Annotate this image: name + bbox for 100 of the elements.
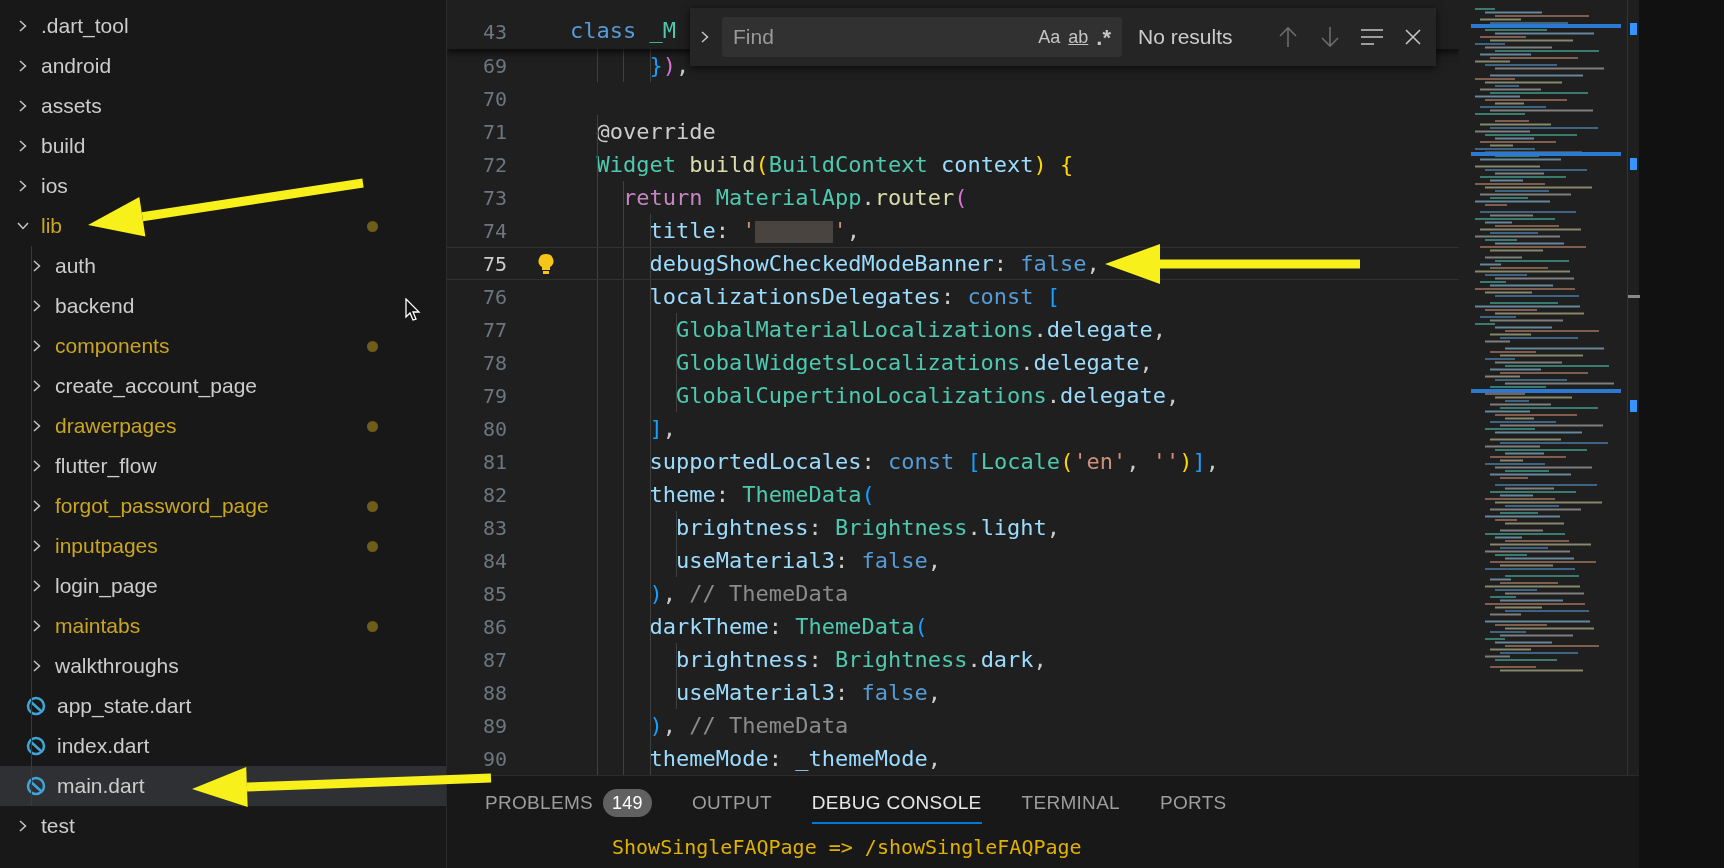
panel-tab[interactable]: TERMINAL [1021, 784, 1120, 824]
folder-item[interactable]: .dart_tool [0, 6, 446, 46]
item-label: create_account_page [55, 373, 257, 400]
whole-word-icon[interactable]: ab [1068, 23, 1089, 51]
regex-icon[interactable]: .* [1096, 20, 1111, 54]
code-line: ), // ThemeData [648, 712, 849, 740]
line-number: 90 [481, 745, 507, 773]
panel-tab[interactable]: DEBUG CONSOLE [811, 784, 982, 824]
line-number: 79 [481, 382, 507, 410]
folder-item[interactable]: components [0, 326, 446, 366]
item-label: components [55, 333, 170, 360]
item-label: drawerpages [55, 413, 177, 440]
line-number: 82 [481, 481, 507, 509]
item-label: auth [55, 253, 96, 280]
item-label: backend [55, 293, 135, 320]
scrollbar[interactable] [1627, 0, 1639, 775]
line-number: 85 [481, 580, 507, 608]
item-label: .dart_tool [41, 13, 129, 40]
item-label: lib [41, 213, 62, 240]
folder-item[interactable]: auth [0, 246, 446, 286]
code-line: GlobalMaterialLocalizations.delegate, [674, 316, 1167, 344]
line-number: 74 [481, 217, 507, 245]
folder-item[interactable]: create_account_page [0, 366, 446, 406]
panel-tab[interactable]: PORTS [1160, 784, 1227, 824]
line-number: 86 [481, 613, 507, 641]
code-line: ), // ThemeData [648, 580, 849, 608]
code-line: supportedLocales: const [Locale('en', '')], [648, 448, 1220, 476]
code-line: brightness: Brightness.dark, [674, 646, 1047, 674]
line-number: 70 [481, 85, 507, 113]
line-number: 72 [481, 151, 507, 179]
line-number: 84 [481, 547, 507, 575]
folder-item[interactable]: backend [0, 286, 446, 326]
item-label: maintabs [55, 613, 141, 640]
code-line: useMaterial3: false, [674, 547, 941, 575]
code-line: themeMode: _themeMode, [648, 745, 941, 773]
item-label: ios [41, 173, 68, 200]
file-item[interactable]: index.dart [0, 726, 446, 766]
line-number: 75 [481, 250, 507, 278]
file-item[interactable]: app_state.dart [0, 686, 446, 726]
arrow-up-icon[interactable] [1278, 26, 1298, 48]
dart-file-icon [26, 736, 46, 756]
close-icon[interactable] [1404, 28, 1422, 46]
folder-item[interactable]: assets [0, 86, 446, 126]
code-line: class _M [570, 17, 676, 45]
folder-item[interactable]: walkthroughs [0, 646, 446, 686]
line-number: 73 [481, 184, 507, 212]
code-line: GlobalWidgetsLocalizations.delegate, [674, 349, 1153, 377]
line-number: 76 [481, 283, 507, 311]
find-status: No results [1138, 24, 1233, 51]
code-line: brightness: Brightness.light, [674, 514, 1061, 542]
item-label: inputpages [55, 533, 158, 560]
code-line: Widget build(BuildContext context) { [595, 151, 1074, 179]
code-line: darkTheme: ThemeData( [648, 613, 928, 641]
line-number: 69 [481, 52, 507, 80]
arrow-down-icon[interactable] [1320, 26, 1340, 48]
code-line: title: ' ', [648, 217, 860, 245]
line-number: 80 [481, 415, 507, 443]
line-number: 88 [481, 679, 507, 707]
code-line: useMaterial3: false, [674, 679, 941, 707]
panel-tab[interactable]: OUTPUT [691, 784, 772, 824]
code-line: debugShowCheckedModeBanner: false, [648, 250, 1100, 278]
count-badge: 149 [603, 789, 652, 817]
code-line: }), [648, 52, 690, 80]
folder-item[interactable]: build [0, 126, 446, 166]
folder-item[interactable]: android [0, 46, 446, 86]
line-number: 43 [481, 19, 507, 46]
folder-item[interactable]: maintabs [0, 606, 446, 646]
dart-file-icon [26, 696, 46, 716]
folder-item[interactable]: login_page [0, 566, 446, 606]
minimap[interactable] [1459, 0, 1627, 775]
item-label: app_state.dart [57, 693, 192, 720]
line-number: 71 [481, 118, 507, 146]
item-label: forgot_password_page [55, 493, 269, 520]
panel-tab[interactable]: PROBLEMS 149 [485, 784, 652, 824]
item-label: walkthroughs [55, 653, 179, 680]
mouse-pointer-icon [405, 298, 421, 322]
item-label: build [41, 133, 86, 160]
code-line: localizationsDelegates: const [ [648, 283, 1061, 311]
line-number: 81 [481, 448, 507, 476]
lines-icon[interactable] [1360, 28, 1384, 46]
line-number: 83 [481, 514, 507, 542]
item-label: login_page [55, 573, 158, 600]
folder-item[interactable]: inputpages [0, 526, 446, 566]
console-output-line: ShowSingleFAQPage => /showSingleFAQPage [611, 834, 1083, 861]
code-line: theme: ThemeData( [648, 481, 875, 509]
code-line: ], [648, 415, 676, 443]
lightbulb-icon[interactable] [538, 252, 554, 275]
item-label: index.dart [57, 733, 150, 760]
code-line: @override [595, 118, 716, 146]
item-label: test [41, 813, 75, 840]
item-label: android [41, 53, 112, 80]
case-icon[interactable]: Aa [1038, 23, 1061, 51]
folder-item[interactable]: forgot_password_page [0, 486, 446, 526]
folder-item[interactable]: test [0, 806, 446, 846]
code-line: GlobalCupertinoLocalizations.delegate, [674, 382, 1180, 410]
folder-item[interactable]: drawerpages [0, 406, 446, 446]
item-label: assets [41, 93, 102, 120]
folder-item[interactable]: ios [0, 166, 446, 206]
find-input[interactable]: Find Aa ab .* [722, 17, 1122, 57]
folder-item[interactable]: flutter_flow [0, 446, 446, 486]
